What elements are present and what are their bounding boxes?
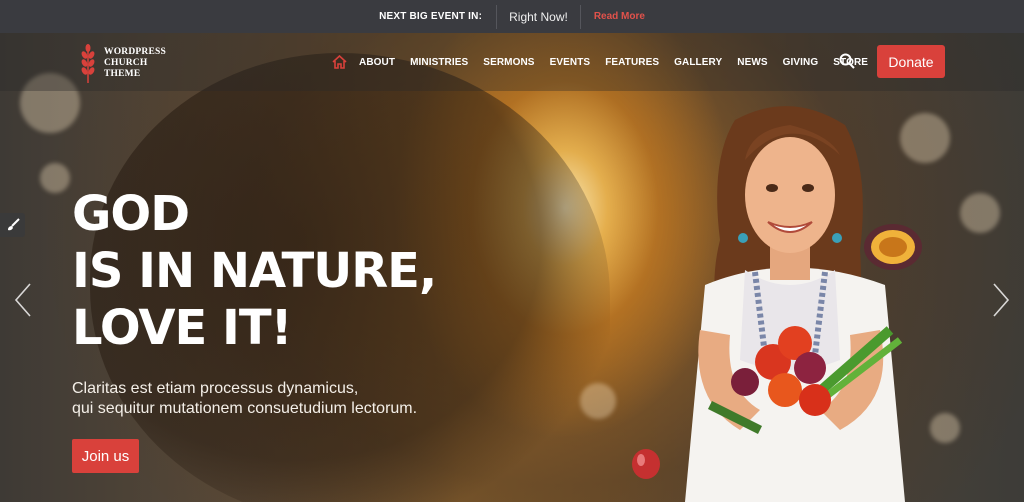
apple-image	[632, 449, 660, 479]
event-bar: NEXT BIG EVENT IN: Right Now! Read More	[0, 0, 1024, 33]
bokeh-light	[930, 413, 960, 443]
search-icon[interactable]	[839, 53, 855, 69]
subtext-line: qui sequitur mutationem consuetudium lec…	[72, 400, 418, 417]
site-logo[interactable]: WORDPRESS CHURCH THEME	[80, 43, 166, 83]
hero-subtext: Claritas est etiam processus dynamicus, …	[72, 379, 417, 419]
paintbrush-icon	[7, 218, 20, 231]
join-us-button[interactable]: Join us	[72, 439, 139, 473]
nav-item-events[interactable]: EVENTS	[550, 57, 591, 68]
site-header: WORDPRESS CHURCH THEME ABOUT MINISTRIES …	[0, 33, 1024, 91]
passion-fruit-image	[864, 224, 922, 270]
bokeh-light	[960, 193, 1000, 233]
nav-item-about[interactable]: ABOUT	[359, 57, 395, 68]
logo-text: WORDPRESS CHURCH THEME	[104, 47, 166, 80]
wheat-icon	[81, 44, 95, 83]
slider-next-arrow[interactable]	[990, 282, 1012, 318]
logo-line: CHURCH	[104, 57, 148, 68]
bokeh-light	[40, 163, 70, 193]
headline-line: GOD	[72, 186, 190, 242]
main-nav: ABOUT MINISTRIES SERMONS EVENTS FEATURES…	[332, 55, 883, 69]
logo-line: THEME	[104, 68, 141, 79]
nav-item-gallery[interactable]: GALLERY	[674, 57, 722, 68]
read-more-link[interactable]: Read More	[581, 11, 645, 22]
event-countdown: Right Now!	[509, 9, 568, 24]
home-icon[interactable]	[332, 55, 347, 69]
headline-line: IS IN NATURE,	[72, 243, 437, 299]
subtext-line: Claritas est etiam processus dynamicus,	[72, 380, 359, 397]
nav-item-giving[interactable]: GIVING	[783, 57, 819, 68]
nav-item-ministries[interactable]: MINISTRIES	[410, 57, 468, 68]
nav-item-features[interactable]: FEATURES	[605, 57, 659, 68]
woman-image	[685, 106, 905, 502]
headline-line: LOVE IT!	[72, 300, 293, 356]
slider-prev-arrow[interactable]	[12, 282, 34, 318]
event-label: NEXT BIG EVENT IN:	[379, 11, 483, 22]
style-switcher-tab[interactable]	[0, 213, 25, 237]
nav-item-news[interactable]: NEWS	[737, 57, 767, 68]
logo-line: WORDPRESS	[104, 46, 166, 57]
donate-button[interactable]: Donate	[877, 45, 945, 78]
nav-item-sermons[interactable]: SERMONS	[483, 57, 534, 68]
hero-headline: GOD IS IN NATURE, LOVE IT!	[72, 186, 437, 357]
